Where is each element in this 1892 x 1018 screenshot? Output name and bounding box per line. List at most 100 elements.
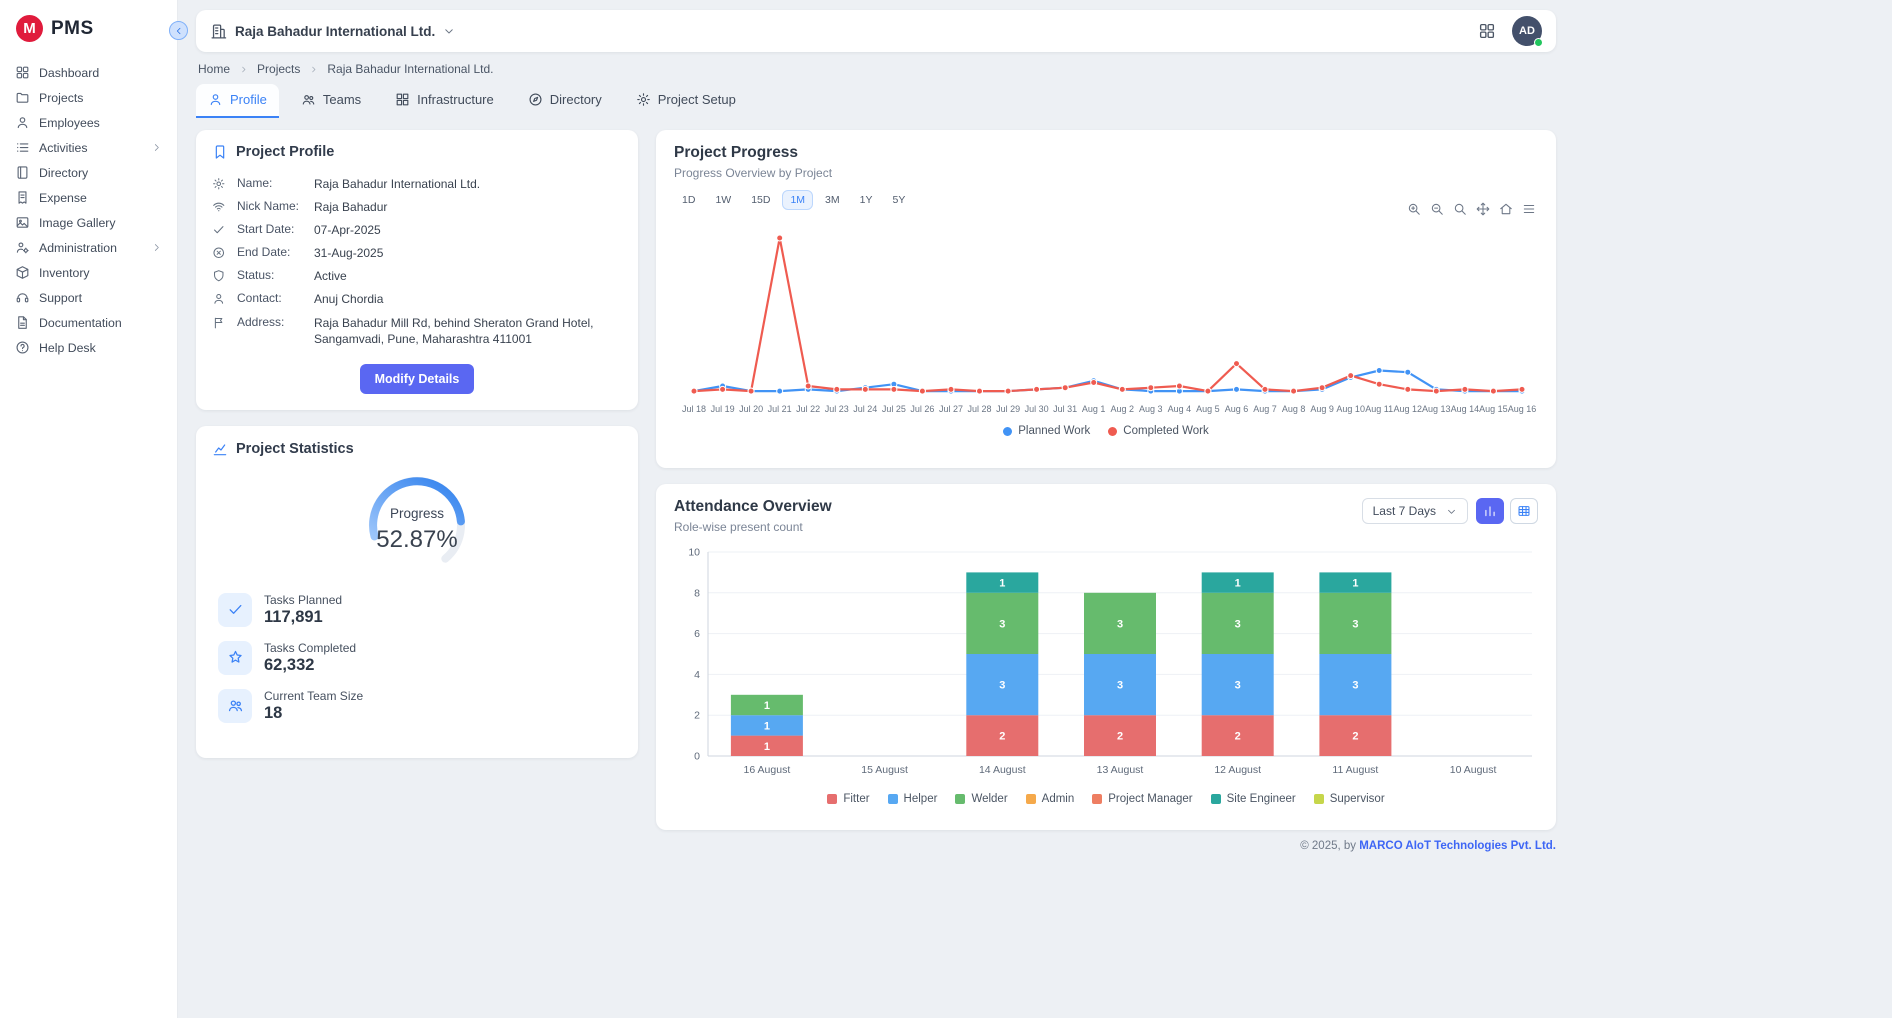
legend-welder[interactable]: Welder	[955, 793, 1007, 805]
sidebar-item-label: Inventory	[39, 266, 90, 280]
stat-text: Current Team Size 18	[264, 689, 363, 723]
svg-text:2: 2	[1117, 731, 1123, 743]
sidebar-item-directory[interactable]: Directory	[0, 160, 177, 185]
svg-text:Jul 29: Jul 29	[996, 404, 1020, 414]
tab-teams[interactable]: Teams	[289, 84, 373, 118]
legend-label: Site Engineer	[1227, 793, 1296, 805]
profile-fields: Name: Raja Bahadur International Ltd. Ni…	[212, 172, 622, 351]
modify-details-button[interactable]: Modify Details	[360, 364, 475, 394]
sidebar-item-employees[interactable]: Employees	[0, 110, 177, 135]
legend-marker	[1108, 427, 1117, 436]
sidebar-item-label: Administration	[39, 241, 117, 255]
bar-chart-view-button[interactable]	[1476, 498, 1504, 524]
legend-planned-work[interactable]: Planned Work	[1003, 425, 1090, 437]
field-value: Anuj Chordia	[314, 291, 622, 307]
days-filter-value: Last 7 Days	[1373, 504, 1436, 518]
project-progress-chart[interactable]: Jul 18Jul 19Jul 20Jul 21Jul 22Jul 23Jul …	[674, 212, 1538, 423]
tab-directory[interactable]: Directory	[516, 84, 614, 118]
person-icon	[212, 292, 230, 306]
flag-icon	[212, 316, 230, 330]
attendance-chart[interactable]: 024681011116 August15 August233114 Augus…	[674, 540, 1538, 791]
tab-infrastructure[interactable]: Infrastructure	[383, 84, 506, 118]
range-1w-button[interactable]: 1W	[707, 190, 739, 210]
menu-icon[interactable]	[1522, 202, 1536, 216]
home-icon[interactable]	[1499, 202, 1513, 216]
range-1y-button[interactable]: 1Y	[852, 190, 881, 210]
stat-tasks-planned: Tasks Planned 117,891	[212, 589, 622, 631]
user-avatar[interactable]: AD	[1512, 16, 1542, 46]
svg-text:1: 1	[1235, 578, 1241, 590]
gauge-label: Progress	[361, 506, 473, 521]
svg-text:3: 3	[1235, 680, 1241, 692]
inventory-icon	[15, 265, 30, 280]
avatar-initials: AD	[1519, 25, 1535, 37]
sidebar-item-activities[interactable]: Activities	[0, 135, 177, 160]
image-gallery-icon	[15, 215, 30, 230]
svg-text:Aug 11: Aug 11	[1365, 404, 1393, 414]
range-1m-button[interactable]: 1M	[782, 190, 813, 210]
sidebar-item-administration[interactable]: Administration	[0, 235, 177, 260]
field-label: Status:	[237, 268, 307, 282]
legend-marker	[1003, 427, 1012, 436]
field-label: Address:	[237, 315, 307, 329]
tab-profile[interactable]: Profile	[196, 84, 279, 118]
svg-text:1: 1	[1352, 578, 1358, 590]
legend-label: Welder	[971, 793, 1007, 805]
sidebar-item-projects[interactable]: Projects	[0, 85, 177, 110]
breadcrumb-item-home[interactable]: Home	[198, 62, 230, 76]
zoom-out-icon[interactable]	[1430, 202, 1444, 216]
legend-completed-work[interactable]: Completed Work	[1108, 425, 1208, 437]
footer-link[interactable]: MARCO AIoT Technologies Pvt. Ltd.	[1359, 840, 1556, 852]
stats-list: Tasks Planned 117,891 Tasks Completed 62…	[212, 589, 622, 727]
svg-text:Aug 14: Aug 14	[1451, 404, 1480, 414]
field-value: 07-Apr-2025	[314, 222, 622, 238]
activities-icon	[15, 140, 30, 155]
top-header: Raja Bahadur International Ltd. AD	[196, 10, 1556, 52]
zoom-in-icon[interactable]	[1407, 202, 1421, 216]
svg-text:2: 2	[1352, 731, 1358, 743]
days-filter-select[interactable]: Last 7 Days	[1362, 498, 1468, 524]
apps-grid-button[interactable]	[1478, 22, 1496, 40]
sidebar-item-documentation[interactable]: Documentation	[0, 310, 177, 335]
sidebar-item-inventory[interactable]: Inventory	[0, 260, 177, 285]
legend-admin[interactable]: Admin	[1026, 793, 1075, 805]
sidebar-item-label: Support	[39, 291, 82, 305]
svg-text:Jul 19: Jul 19	[711, 404, 735, 414]
sidebar-item-label: Documentation	[39, 316, 122, 330]
sidebar-item-expense[interactable]: Expense	[0, 185, 177, 210]
sidebar-item-dashboard[interactable]: Dashboard	[0, 60, 177, 85]
range-3m-button[interactable]: 3M	[817, 190, 848, 210]
range-5y-button[interactable]: 5Y	[884, 190, 913, 210]
range-1d-button[interactable]: 1D	[674, 190, 703, 210]
company-selector[interactable]: Raja Bahadur International Ltd.	[210, 23, 455, 40]
stat-text: Tasks Planned 117,891	[264, 593, 342, 627]
svg-text:2: 2	[694, 710, 700, 722]
bookmark-icon	[212, 144, 228, 160]
legend-helper[interactable]: Helper	[888, 793, 938, 805]
signal-icon	[212, 200, 230, 214]
svg-text:Aug 3: Aug 3	[1139, 404, 1163, 414]
range-15d-button[interactable]: 15D	[743, 190, 778, 210]
breadcrumb-item-projects[interactable]: Projects	[257, 62, 300, 76]
legend-project-manager[interactable]: Project Manager	[1092, 793, 1192, 805]
legend-supervisor[interactable]: Supervisor	[1314, 793, 1385, 805]
pan-icon[interactable]	[1476, 202, 1490, 216]
breadcrumb-item-raja-bahadur-international-ltd: Raja Bahadur International Ltd.	[327, 62, 493, 76]
team-icon	[301, 92, 316, 107]
tab-project-setup[interactable]: Project Setup	[624, 84, 748, 118]
legend-fitter[interactable]: Fitter	[827, 793, 869, 805]
sidebar-item-image-gallery[interactable]: Image Gallery	[0, 210, 177, 235]
table-view-button[interactable]	[1510, 498, 1538, 524]
sidebar-item-help-desk[interactable]: Help Desk	[0, 335, 177, 360]
sidebar-collapse-button[interactable]	[169, 21, 188, 40]
svg-text:Jul 25: Jul 25	[882, 404, 906, 414]
svg-text:Aug 2: Aug 2	[1111, 404, 1135, 414]
legend-site-engineer[interactable]: Site Engineer	[1211, 793, 1296, 805]
card-title: Project Profile	[236, 144, 334, 160]
attendance-controls: Last 7 Days	[1362, 498, 1538, 524]
app-logo[interactable]: M PMS	[0, 0, 177, 54]
legend-marker	[1026, 794, 1036, 804]
chevron-down-icon	[1446, 506, 1457, 517]
magnifier-icon[interactable]	[1453, 202, 1467, 216]
sidebar-item-support[interactable]: Support	[0, 285, 177, 310]
